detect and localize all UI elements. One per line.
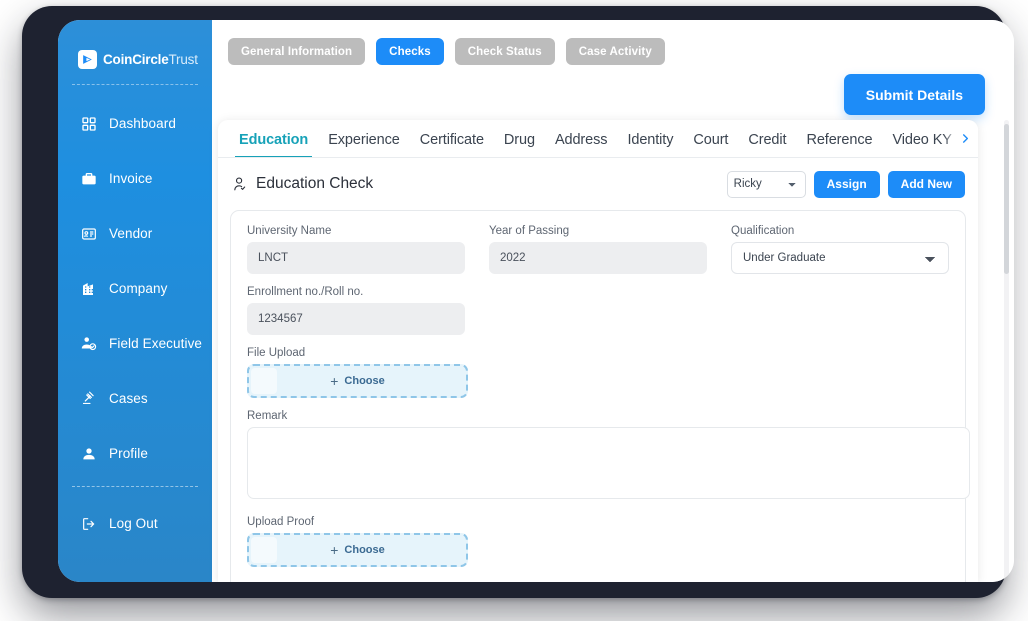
main-content: General Information Checks Check Status … (212, 20, 1014, 582)
field-file-upload: File Upload + Choose (247, 347, 949, 398)
checks-card: Education Experience Certificate Drug Ad… (218, 120, 978, 582)
sidebar-item-vendor[interactable]: Vendor (58, 217, 212, 250)
upload-placeholder-thumb (251, 537, 277, 563)
chevron-right-icon[interactable] (952, 120, 978, 157)
sidebar-item-profile[interactable]: Profile (58, 437, 212, 470)
plus-icon: + (330, 373, 339, 389)
logout-icon (80, 515, 97, 532)
device-bezel: CoinCircleTrust Dashboard Invoice Vendor… (22, 6, 1014, 598)
sidebar-item-company[interactable]: Company (58, 272, 212, 305)
topbar: General Information Checks Check Status … (212, 20, 1014, 116)
tab-education[interactable]: Education (229, 132, 318, 157)
upload-placeholder-thumb (251, 368, 277, 394)
grid-icon (80, 115, 97, 132)
sidebar: CoinCircleTrust Dashboard Invoice Vendor… (58, 20, 212, 582)
sidebar-item-label: Invoice (109, 171, 153, 186)
brand-logo-area[interactable]: CoinCircleTrust (58, 20, 212, 74)
field-upload-proof: Upload Proof + Choose (247, 516, 949, 567)
brand-name-light: Trust (168, 51, 198, 67)
field-label: Remark (247, 410, 288, 422)
content-scrollbar[interactable] (1004, 120, 1009, 582)
sidebar-item-dashboard[interactable]: Dashboard (58, 107, 212, 140)
field-label: University Name (247, 225, 332, 237)
sidebar-item-invoice[interactable]: Invoice (58, 162, 212, 195)
upload-proof-dropzone[interactable]: + Choose (247, 533, 468, 567)
check-header-actions: Ricky Assign Add New (726, 170, 965, 198)
field-label: Year of Passing (489, 225, 570, 237)
sidebar-item-label: Dashboard (109, 116, 176, 131)
user-check-icon (80, 335, 97, 352)
sidebar-item-label: Profile (109, 446, 148, 461)
submit-details-button[interactable]: Submit Details (843, 74, 985, 115)
tab-identity[interactable]: Identity (617, 132, 683, 157)
sidebar-item-label: Field Executive (109, 336, 203, 351)
tab-address[interactable]: Address (545, 132, 618, 157)
university-name-input[interactable] (247, 242, 465, 274)
tab-drug[interactable]: Drug (494, 132, 545, 157)
check-type-tabs: Education Experience Certificate Drug Ad… (218, 120, 978, 158)
sidebar-item-cases[interactable]: Cases (58, 382, 212, 415)
scrollbar-thumb[interactable] (1004, 124, 1009, 274)
sidebar-item-label: Company (109, 281, 168, 296)
tab-certificate[interactable]: Certificate (410, 132, 494, 157)
app-screen: CoinCircleTrust Dashboard Invoice Vendor… (58, 20, 1014, 582)
tab-experience[interactable]: Experience (318, 132, 410, 157)
play-badge-icon (78, 49, 97, 69)
tab-court[interactable]: Court (683, 132, 738, 157)
submit-details-wrap: Submit Details (843, 74, 985, 115)
sidebar-nav: Dashboard Invoice Vendor Company Field E… (58, 107, 212, 470)
file-upload-dropzone[interactable]: + Choose (247, 364, 468, 398)
form-grid-row-1: University Name Year of Passing Qualific… (247, 225, 949, 286)
pill-check-status[interactable]: Check Status (454, 38, 555, 65)
field-label: File Upload (247, 347, 306, 359)
pill-case-activity[interactable]: Case Activity (565, 38, 665, 65)
assign-button[interactable]: Assign (813, 170, 880, 198)
field-year-of-passing: Year of Passing (489, 225, 707, 274)
sidebar-divider-bottom (72, 486, 198, 487)
field-enrollment-no: Enrollment no./Roll no. (247, 286, 465, 335)
field-remark: Remark (247, 410, 970, 504)
upload-proof-choose-label: Choose (344, 544, 385, 556)
field-qualification: Qualification Under Graduate (731, 225, 949, 274)
brand-name: CoinCircleTrust (103, 52, 198, 67)
assignee-select[interactable]: Ricky (726, 170, 806, 198)
plus-icon: + (330, 542, 339, 558)
tab-reference[interactable]: Reference (796, 132, 882, 157)
user-icon (80, 445, 97, 462)
tab-credit[interactable]: Credit (738, 132, 796, 157)
building-icon (80, 280, 97, 297)
pill-checks[interactable]: Checks (376, 38, 444, 65)
form-footer-actions: Edit Save Pending (247, 579, 949, 582)
brand-name-bold: CoinCircle (103, 51, 169, 67)
user-check-icon (232, 176, 249, 193)
check-header: Education Check Ricky Assign Add New (218, 158, 978, 210)
sidebar-item-field-executive[interactable]: Field Executive (58, 327, 212, 360)
sidebar-item-label: Cases (109, 391, 148, 406)
enrollment-no-input[interactable] (247, 303, 465, 335)
field-label: Enrollment no./Roll no. (247, 286, 364, 298)
field-label: Upload Proof (247, 516, 315, 528)
pill-general-information[interactable]: General Information (228, 38, 366, 65)
page-title: Education Check (232, 175, 373, 193)
sidebar-item-logout[interactable]: Log Out (58, 515, 158, 532)
remark-textarea[interactable] (247, 427, 970, 499)
section-pill-group: General Information Checks Check Status … (212, 20, 1014, 65)
form-grid-row-2: Enrollment no./Roll no. (247, 286, 949, 347)
sidebar-item-label: Log Out (109, 516, 158, 531)
field-university-name: University Name (247, 225, 465, 274)
page-title-text: Education Check (256, 175, 374, 192)
education-form: University Name Year of Passing Qualific… (230, 210, 970, 582)
field-label: Qualification (731, 225, 795, 237)
file-upload-choose-label: Choose (344, 375, 385, 387)
sidebar-divider-top (72, 84, 198, 85)
id-card-icon (80, 225, 97, 242)
briefcase-icon (80, 170, 97, 187)
year-of-passing-input[interactable] (489, 242, 707, 274)
sidebar-item-label: Vendor (109, 226, 153, 241)
gavel-icon (80, 390, 97, 407)
qualification-select[interactable]: Under Graduate (731, 242, 949, 274)
add-new-button[interactable]: Add New (887, 170, 965, 198)
